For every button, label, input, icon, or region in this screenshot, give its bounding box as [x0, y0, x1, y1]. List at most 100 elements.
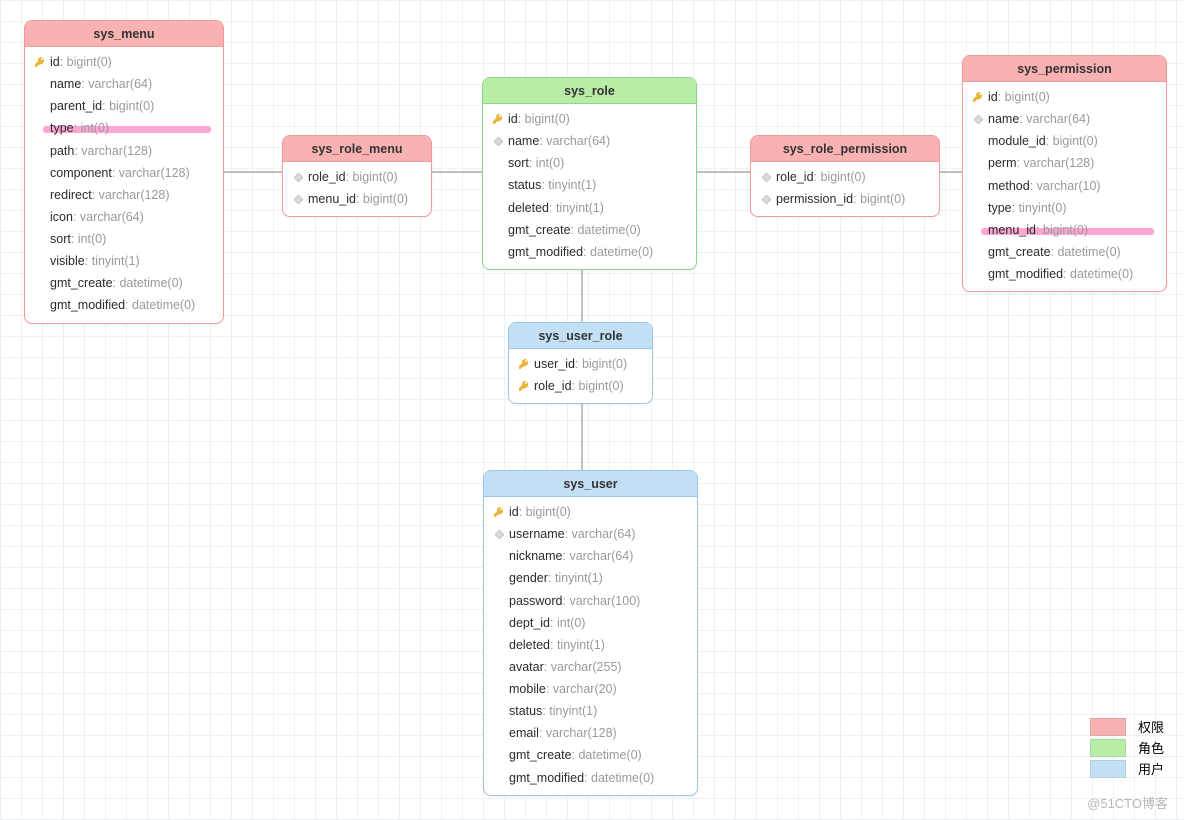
field-row: path: varchar(128)	[31, 140, 217, 162]
blank-icon	[971, 134, 985, 148]
field-row: avatar: varchar(255)	[490, 656, 691, 678]
field-row: permission_id: bigint(0)	[757, 188, 933, 210]
field-row: status: tinyint(1)	[490, 700, 691, 722]
field-name: type	[988, 199, 1012, 217]
field-row: gmt_modified: datetime(0)	[31, 294, 217, 316]
entity-body: id: bigint(0)name: varchar(64)parent_id:…	[25, 47, 223, 323]
watermark: @51CTO博客	[1087, 793, 1168, 812]
field-type: : int(0)	[74, 119, 109, 137]
field-type: : varchar(64)	[539, 132, 610, 150]
field-row: gmt_modified: datetime(0)	[969, 263, 1160, 285]
field-row: redirect: varchar(128)	[31, 184, 217, 206]
entity-sys_role_menu[interactable]: sys_role_menurole_id: bigint(0)menu_id: …	[282, 135, 432, 217]
entity-title: sys_role_permission	[751, 136, 939, 162]
key-icon	[492, 505, 506, 519]
field-type: : varchar(20)	[546, 680, 617, 698]
legend-label: 用户	[1138, 759, 1164, 778]
field-row: module_id: bigint(0)	[969, 130, 1160, 152]
entity-title: sys_role_menu	[283, 136, 431, 162]
field-row: nickname: varchar(64)	[490, 545, 691, 567]
field-type: : bigint(0)	[102, 97, 154, 115]
field-name: username	[509, 525, 565, 543]
legend-swatch	[1090, 718, 1126, 736]
blank-icon	[33, 232, 47, 246]
blank-icon	[33, 77, 47, 91]
legend-row: 角色	[1090, 738, 1164, 757]
entity-title: sys_role	[483, 78, 696, 104]
field-row: menu_id: bigint(0)	[969, 219, 1160, 241]
diamond-icon	[971, 112, 985, 126]
field-name: user_id	[534, 355, 575, 373]
field-type: : tinyint(1)	[85, 252, 140, 270]
field-row: name: varchar(64)	[31, 73, 217, 95]
blank-icon	[491, 156, 505, 170]
field-row: role_id: bigint(0)	[515, 375, 646, 397]
field-type: : varchar(64)	[565, 525, 636, 543]
field-name: gmt_modified	[508, 243, 583, 261]
field-row: email: varchar(128)	[490, 722, 691, 744]
key-icon	[491, 112, 505, 126]
field-type: : tinyint(1)	[541, 176, 596, 194]
field-row: visible: tinyint(1)	[31, 250, 217, 272]
blank-icon	[33, 166, 47, 180]
field-name: nickname	[509, 547, 563, 565]
field-name: gmt_modified	[509, 769, 584, 787]
field-name: role_id	[534, 377, 572, 395]
entity-sys_user[interactable]: sys_user id: bigint(0) username: varchar(6…	[483, 470, 698, 796]
blank-icon	[971, 201, 985, 215]
field-row: id: bigint(0)	[490, 501, 691, 523]
field-row: id: bigint(0)	[31, 51, 217, 73]
field-row: gender: tinyint(1)	[490, 567, 691, 589]
field-name: sort	[508, 154, 529, 172]
field-type: : datetime(0)	[583, 243, 653, 261]
entity-body: id: bigint(0)name: varchar(64)module_id:…	[963, 82, 1166, 291]
field-name: gmt_modified	[988, 265, 1063, 283]
field-type: : varchar(100)	[563, 592, 641, 610]
field-name: permission_id	[776, 190, 853, 208]
legend: 权限角色用户	[1090, 715, 1164, 780]
legend-row: 权限	[1090, 717, 1164, 736]
field-name: gmt_create	[508, 221, 571, 239]
diamond-icon	[291, 170, 305, 184]
field-row: dept_id: int(0)	[490, 612, 691, 634]
field-type: : int(0)	[71, 230, 106, 248]
blank-icon	[33, 144, 47, 158]
entity-sys_menu[interactable]: sys_menuid: bigint(0)name: varchar(64)pa…	[24, 20, 224, 324]
blank-icon	[971, 179, 985, 193]
blank-icon	[492, 660, 506, 674]
field-type: : bigint(0)	[814, 168, 866, 186]
field-name: id	[50, 53, 60, 71]
field-name: name	[508, 132, 539, 150]
blank-icon	[33, 188, 47, 202]
entity-sys_role[interactable]: sys_role id: bigint(0) name: varchar(64) so…	[482, 77, 697, 270]
field-row: menu_id: bigint(0)	[289, 188, 425, 210]
field-type: : int(0)	[550, 614, 585, 632]
blank-icon	[491, 201, 505, 215]
field-name: mobile	[509, 680, 546, 698]
field-type: : varchar(255)	[544, 658, 622, 676]
blank-icon	[492, 549, 506, 563]
entity-sys_role_permission[interactable]: sys_role_permissionrole_id: bigint(0)per…	[750, 135, 940, 217]
field-type: : datetime(0)	[125, 296, 195, 314]
blank-icon	[33, 121, 47, 135]
field-row: gmt_create: datetime(0)	[969, 241, 1160, 263]
field-name: gmt_create	[509, 746, 572, 764]
field-name: gender	[509, 569, 548, 587]
legend-label: 角色	[1138, 738, 1164, 757]
entity-sys_user_role[interactable]: sys_user_roleuser_id: bigint(0)role_id: …	[508, 322, 653, 404]
field-type: : varchar(128)	[112, 164, 190, 182]
field-type: : datetime(0)	[571, 221, 641, 239]
blank-icon	[492, 638, 506, 652]
field-name: icon	[50, 208, 73, 226]
field-row: gmt_modified: datetime(0)	[489, 241, 690, 263]
entity-body: id: bigint(0)username: varchar(64)nickna…	[484, 497, 697, 795]
entity-title: sys_user	[484, 471, 697, 497]
field-row: type: tinyint(0)	[969, 197, 1160, 219]
field-row: id: bigint(0)	[489, 108, 690, 130]
field-name: id	[508, 110, 518, 128]
entity-sys_permission[interactable]: sys_permissionid: bigint(0)name: varchar…	[962, 55, 1167, 292]
field-name: parent_id	[50, 97, 102, 115]
field-name: email	[509, 724, 539, 742]
field-name: deleted	[509, 636, 550, 654]
entity-title: sys_user_role	[509, 323, 652, 349]
